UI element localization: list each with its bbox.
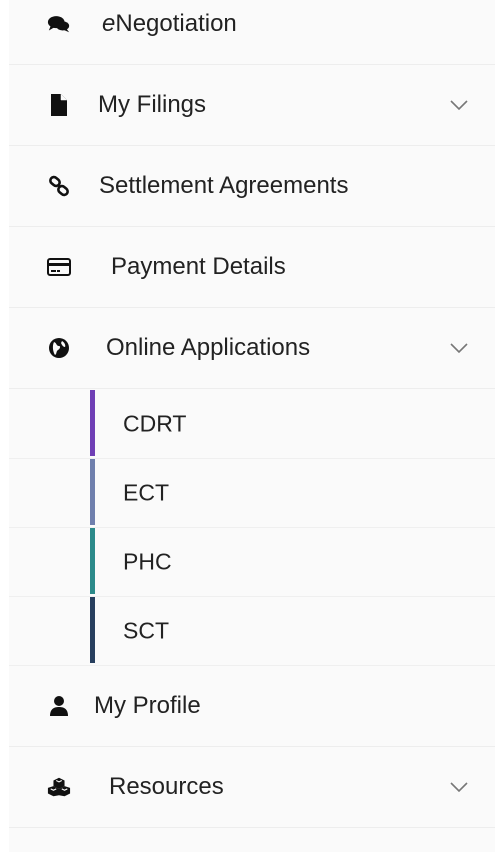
accent-bar — [90, 597, 95, 663]
submenu-item-sct[interactable]: SCT — [9, 596, 495, 666]
enegotiation-rest: Negotiation — [115, 10, 237, 37]
menu-item-enegotiation[interactable]: eNegotiation — [9, 0, 495, 65]
submenu-item-label: CDRT — [123, 410, 187, 436]
chevron-down-icon[interactable] — [449, 342, 469, 354]
menu-item-label: My Filings — [98, 91, 207, 118]
chevron-down-icon[interactable] — [449, 781, 469, 793]
menu-item-my-filings[interactable]: My Filings — [9, 65, 495, 146]
menu-item-label: eNegotiation — [102, 10, 237, 38]
accent-bar — [90, 459, 95, 525]
user-icon — [47, 694, 71, 718]
accent-bar — [90, 390, 95, 456]
submenu-item-label: PHC — [123, 548, 172, 574]
sidebar-menu: eNegotiation My Filings Settlement Agree… — [9, 0, 495, 852]
link-icon — [47, 174, 71, 198]
menu-item-online-applications[interactable]: Online Applications — [9, 308, 495, 389]
menu-item-label: My Profile — [94, 692, 201, 719]
comments-icon — [47, 12, 71, 36]
file-icon — [47, 93, 71, 117]
menu-item-my-profile[interactable]: My Profile — [9, 666, 495, 747]
menu-item-payment-details[interactable]: Payment Details — [9, 227, 495, 308]
cubes-icon — [47, 775, 71, 799]
menu-item-label: Resources — [109, 773, 224, 800]
menu-item-label: Payment Details — [111, 253, 286, 280]
submenu-item-phc[interactable]: PHC — [9, 527, 495, 597]
credit-card-icon — [47, 255, 71, 279]
enegotiation-prefix: e — [102, 10, 116, 37]
globe-icon — [47, 336, 71, 360]
menu-item-label: Online Applications — [106, 334, 311, 361]
submenu-item-ect[interactable]: ECT — [9, 458, 495, 528]
chevron-down-icon[interactable] — [449, 99, 469, 111]
submenu-item-label: SCT — [123, 617, 169, 643]
menu-item-settlement-agreements[interactable]: Settlement Agreements — [9, 146, 495, 227]
menu-item-resources[interactable]: Resources — [9, 747, 495, 828]
menu-item-label: Settlement Agreements — [99, 172, 349, 199]
accent-bar — [90, 528, 95, 594]
submenu-item-label: ECT — [123, 479, 169, 505]
submenu-item-cdrt[interactable]: CDRT — [9, 389, 495, 459]
